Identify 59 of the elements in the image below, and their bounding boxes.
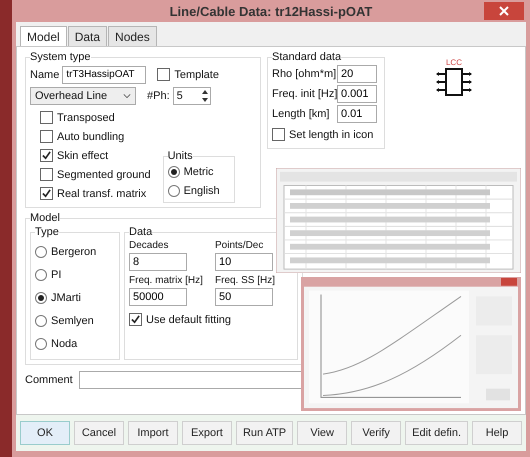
spinbox-value: 5 xyxy=(176,90,183,102)
input-field[interactable]: 8 xyxy=(129,253,187,271)
field-label: Comment xyxy=(25,374,73,386)
option-checkbox[interactable]: Segmented ground xyxy=(40,165,151,184)
input-field[interactable]: 50 xyxy=(215,288,273,306)
field-label: Freq. SS [Hz] xyxy=(215,275,276,286)
input-field[interactable]: 0.01 xyxy=(337,105,377,123)
unit-radio[interactable]: English xyxy=(168,181,220,200)
option-checkbox[interactable]: Skin effect xyxy=(40,146,151,165)
model-type-radio[interactable]: Semlyen xyxy=(35,309,115,332)
tab[interactable]: Data xyxy=(68,26,108,46)
dialog-button[interactable]: Import xyxy=(128,421,178,445)
input-field[interactable]: 20 xyxy=(337,65,377,83)
model-type-radio[interactable]: Bergeron xyxy=(35,240,115,263)
option-checkbox[interactable]: Transposed xyxy=(40,108,151,127)
field-label: Points/Dec xyxy=(215,240,264,251)
group-title: Standard data xyxy=(272,51,342,63)
dialog-button[interactable]: OK xyxy=(20,421,70,445)
group-title: Type xyxy=(35,226,59,238)
model-type-radio[interactable]: PI xyxy=(35,263,115,286)
group-title: Model xyxy=(30,212,60,224)
dialog-button[interactable]: Edit defin. xyxy=(405,421,468,445)
field-label: Decades xyxy=(129,240,170,251)
model-type-radio[interactable]: Noda xyxy=(35,332,115,355)
name-field[interactable]: trT3HassipOAT xyxy=(62,66,146,84)
dialog-button[interactable]: View xyxy=(297,421,348,445)
caret-icon xyxy=(123,93,131,99)
tab[interactable]: Model xyxy=(20,26,67,46)
window-title: Line/Cable Data: tr12Hassi-pOAT xyxy=(170,4,372,18)
line-type-dropdown[interactable]: Overhead Line xyxy=(30,87,136,105)
dropdown-value: Overhead Line xyxy=(35,90,108,102)
field-label: Freq. matrix [Hz] xyxy=(129,275,204,286)
field-label: Length [km] xyxy=(272,108,330,120)
set-length-checkbox[interactable]: Set length in icon xyxy=(272,125,380,144)
field-label: #Ph: xyxy=(147,90,170,102)
component-label: LCC xyxy=(446,59,462,67)
option-checkbox[interactable]: Real transf. matrix xyxy=(40,184,151,203)
input-field[interactable]: 10 xyxy=(215,253,273,271)
field-label: Name xyxy=(30,68,60,80)
dialog-button[interactable]: Help xyxy=(472,421,522,445)
field-label: Rho [ohm*m] xyxy=(272,68,334,80)
close-icon[interactable] xyxy=(484,2,524,20)
dialog-button[interactable]: Export xyxy=(182,421,232,445)
dialog-button[interactable]: Cancel xyxy=(74,421,124,445)
default-fitting-checkbox[interactable]: Use default fitting xyxy=(129,310,293,329)
line-component-icon xyxy=(436,67,472,97)
group-title: Units xyxy=(168,150,193,162)
model-type-radio[interactable]: JMarti xyxy=(35,286,115,309)
template-checkbox[interactable]: Template xyxy=(157,65,219,84)
dialog-button[interactable]: Verify xyxy=(351,421,402,445)
option-checkbox[interactable]: Auto bundling xyxy=(40,127,151,146)
unit-radio[interactable]: Metric xyxy=(168,162,220,181)
group-title: System type xyxy=(30,51,91,63)
dialog-button[interactable]: Run ATP xyxy=(236,421,294,445)
phases-spinbox[interactable]: 5 xyxy=(172,87,211,105)
input-field[interactable]: 0.001 xyxy=(337,85,377,103)
tab[interactable]: Nodes xyxy=(108,26,157,46)
input-field[interactable]: 50000 xyxy=(129,288,187,306)
group-title: Data xyxy=(129,226,152,238)
